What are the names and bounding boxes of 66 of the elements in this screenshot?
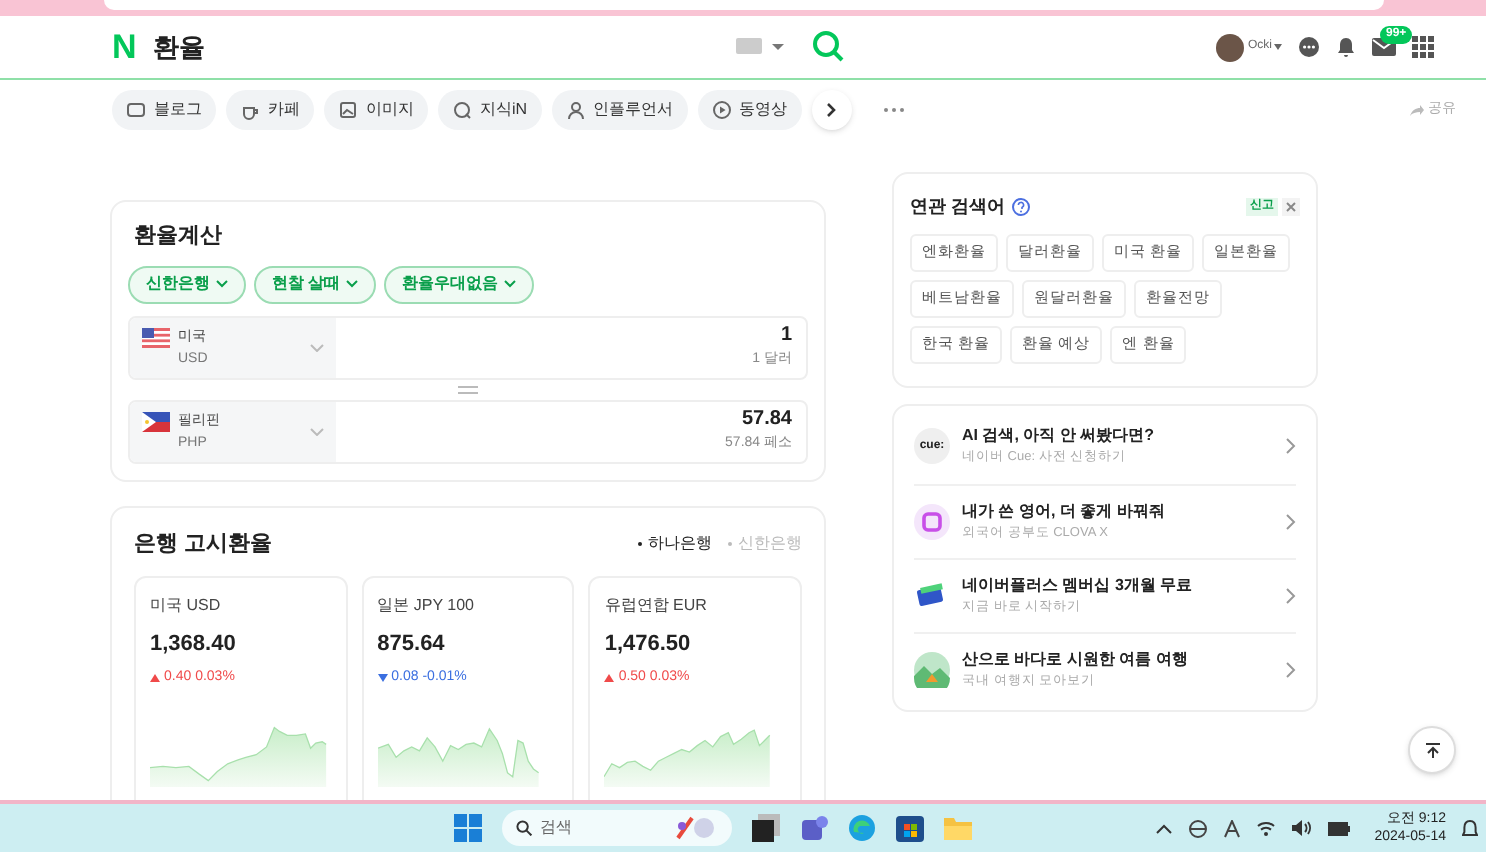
bell-icon[interactable] (1336, 36, 1356, 58)
promo-title: AI 검색, 아직 안 써봤다면? (962, 424, 1154, 446)
share-icon (1408, 103, 1424, 117)
chevron-right-icon (1286, 438, 1296, 454)
notification-icon[interactable] (1462, 819, 1478, 837)
equals-icon (458, 385, 478, 393)
copilot-drawing (674, 814, 718, 842)
wifi-icon[interactable] (1256, 820, 1277, 836)
bank-tab[interactable]: 하나은행 (638, 531, 712, 556)
caret-icon (216, 280, 228, 288)
caret-icon (346, 280, 359, 288)
category-tab[interactable]: 이미지 (324, 90, 428, 130)
taskbar-search-field[interactable]: 검색 (502, 810, 732, 846)
task-view-icon[interactable] (752, 814, 780, 842)
teams-icon[interactable] (800, 814, 828, 842)
chevron-right-icon (1286, 661, 1296, 677)
search-query[interactable]: 환율 (152, 27, 205, 67)
category-tab[interactable]: 인플루언서 (551, 90, 688, 130)
speech-bubble-icon (452, 100, 472, 120)
category-tab[interactable]: 동영상 (697, 90, 802, 130)
camping-icon (914, 651, 950, 687)
up-triangle-icon (604, 673, 615, 682)
battery-icon[interactable] (1328, 821, 1351, 835)
up-triangle-icon (150, 673, 160, 682)
speaker-icon[interactable] (1292, 820, 1313, 836)
promo-title: 내가 쓴 영어, 더 좋게 바꿔줘 (962, 499, 1165, 521)
rate-value: 875.64 (377, 630, 447, 660)
card-title: 은행 고시환율 (134, 529, 273, 559)
help-icon[interactable] (1011, 198, 1030, 217)
rate-value: 1,476.50 (604, 630, 693, 660)
close-icon (1286, 202, 1296, 213)
category-tab[interactable]: 카페 (226, 90, 314, 130)
rate-value: 1,368.40 (150, 630, 238, 660)
search-icon (516, 820, 532, 836)
currency-name: 미국 USD (150, 594, 223, 618)
category-tab[interactable]: 지식iN (438, 90, 542, 130)
currency-name: 유럽연합 EUR (604, 594, 709, 618)
scroll-top-button[interactable] (1408, 726, 1456, 774)
promo-title: 네이버플러스 멤버십 3개월 무료 (962, 573, 1193, 595)
category-tab[interactable]: 블로그 (112, 90, 216, 130)
person-icon (565, 100, 586, 120)
speech-bubble-icon (126, 100, 146, 120)
apps-grid-icon[interactable] (1412, 36, 1434, 58)
chevron-right-icon (1286, 513, 1296, 529)
chevron-up-icon[interactable] (1156, 823, 1173, 833)
card-title: 연관 검색어 (910, 194, 1006, 220)
caret-icon (504, 280, 517, 288)
caret-icon[interactable] (1274, 44, 1282, 50)
chevron-right-icon (825, 102, 838, 118)
chevron-right-icon (1286, 587, 1296, 603)
avatar[interactable] (1216, 33, 1244, 61)
down-triangle-icon (377, 673, 388, 682)
image-icon (338, 100, 358, 120)
store-icon[interactable] (896, 814, 924, 842)
more-icon[interactable] (881, 106, 906, 114)
font-icon[interactable] (1224, 819, 1241, 837)
close-button[interactable] (1282, 198, 1300, 217)
windows-start-icon[interactable] (454, 814, 482, 842)
next-button[interactable] (811, 90, 852, 130)
currency-name: 일본 JPY 100 (377, 594, 476, 618)
card-title: 환율계산 (134, 222, 224, 252)
chat-icon[interactable] (1298, 36, 1320, 58)
clova-logo (914, 503, 950, 539)
arrow-up-icon (1423, 741, 1441, 759)
promo-title: 산으로 바다로 시원한 여름 여행 (962, 647, 1188, 669)
play-icon (711, 100, 732, 120)
